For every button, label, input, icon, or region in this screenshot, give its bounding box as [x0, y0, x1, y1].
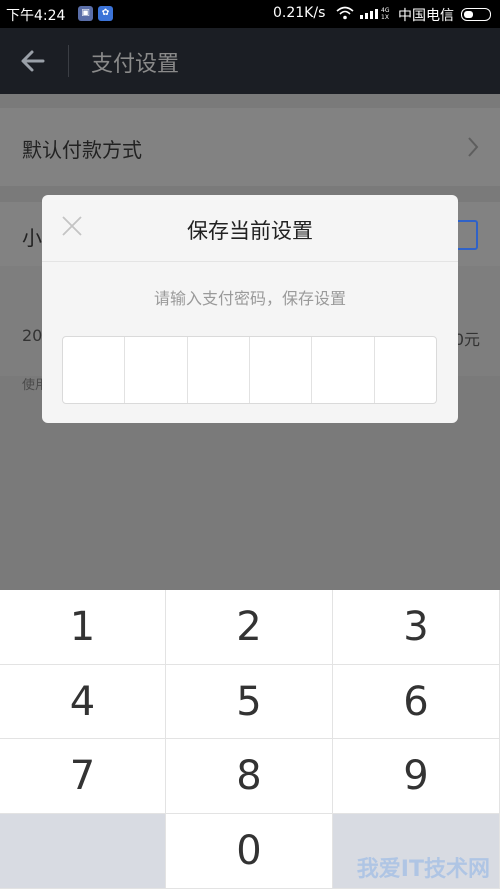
pin-cell[interactable] — [375, 337, 436, 403]
svg-text:1X: 1X — [381, 14, 389, 20]
sim-icon: ▣ — [78, 6, 93, 21]
key-blank-left — [0, 814, 166, 889]
key-3[interactable]: 3 — [333, 590, 500, 665]
dialog-title: 保存当前设置 — [187, 219, 313, 243]
settings-gear-icon: ✿ — [98, 6, 113, 21]
signal-icon: 4G 1X — [360, 7, 390, 20]
wifi-icon — [336, 6, 354, 20]
page-title: 支付设置 — [91, 52, 180, 77]
back-arrow-icon[interactable] — [18, 46, 48, 76]
status-bar: 下午4:24 ▣ ✿ 0.21K/s 4G 1X 中国电信 — [0, 0, 500, 28]
svg-text:4G: 4G — [381, 7, 390, 14]
default-payment-label: 默认付款方式 — [22, 138, 142, 162]
key-7[interactable]: 7 — [0, 739, 166, 814]
key-5[interactable]: 5 — [166, 665, 333, 739]
numeric-keypad: 1 2 3 4 5 6 7 8 9 0 — [0, 590, 500, 889]
default-payment-row[interactable]: 默认付款方式 — [0, 108, 500, 186]
pin-input[interactable] — [62, 336, 437, 404]
pin-cell[interactable] — [63, 337, 126, 403]
key-1[interactable]: 1 — [0, 590, 166, 665]
pin-cell[interactable] — [125, 337, 188, 403]
key-4[interactable]: 4 — [0, 665, 166, 739]
pin-cell[interactable] — [250, 337, 313, 403]
amount-min-label: 20 — [22, 326, 43, 345]
watermark-logo: 我爱IT技术网 — [356, 857, 490, 882]
pin-cell[interactable] — [312, 337, 375, 403]
header-divider — [68, 45, 69, 77]
small-free-label: 小 — [22, 226, 42, 250]
dialog-hint: 请输入支付密码，保存设置 — [153, 289, 346, 308]
dialog-divider — [42, 261, 458, 262]
key-6[interactable]: 6 — [333, 665, 500, 739]
chevron-right-icon — [468, 137, 479, 157]
password-dialog: 保存当前设置 请输入支付密码，保存设置 — [42, 195, 458, 423]
key-8[interactable]: 8 — [166, 739, 333, 814]
carrier-name: 中国电信 — [398, 8, 454, 24]
key-0[interactable]: 0 — [166, 814, 333, 889]
network-speed: 0.21K/s — [273, 5, 326, 21]
key-2[interactable]: 2 — [166, 590, 333, 665]
status-time: 下午4:24 — [6, 8, 66, 24]
pin-cell[interactable] — [188, 337, 250, 403]
app-header: 支付设置 — [0, 28, 500, 94]
key-9[interactable]: 9 — [333, 739, 500, 814]
battery-icon — [461, 8, 491, 21]
